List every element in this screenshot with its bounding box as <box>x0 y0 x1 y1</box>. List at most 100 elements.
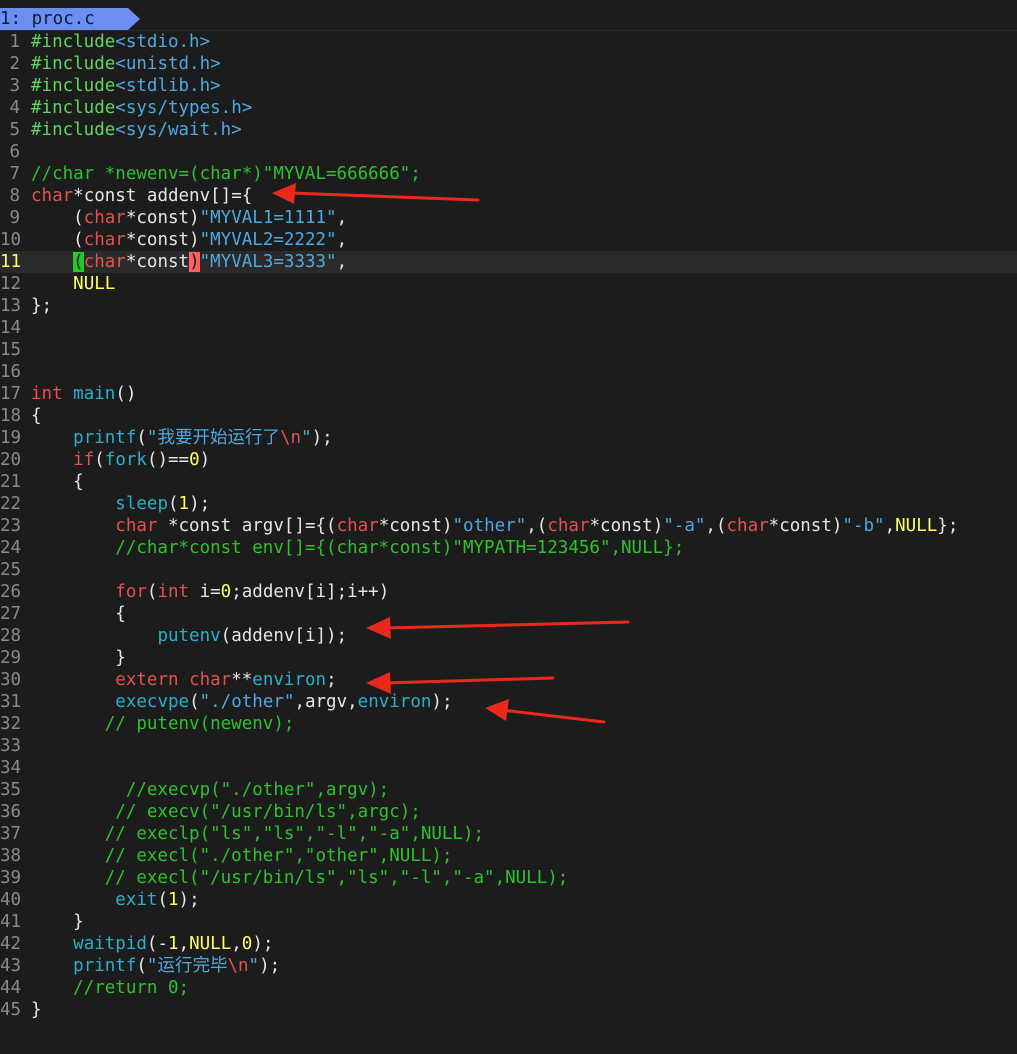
code-token: 1 <box>178 494 190 514</box>
code-line[interactable]: 11 (char*const)"MYVAL3=3333", <box>0 251 1017 273</box>
code-line[interactable]: 43 printf("运行完毕\n"); <box>0 955 1017 977</box>
code-text[interactable]: // putenv(newenv); <box>31 713 295 735</box>
code-line[interactable]: 12 NULL <box>0 273 1017 295</box>
code-text[interactable]: } <box>31 647 126 669</box>
code-line[interactable]: 21 { <box>0 471 1017 493</box>
code-line[interactable]: 45} <box>0 999 1017 1021</box>
code-line[interactable]: 20 if(fork()==0) <box>0 449 1017 471</box>
code-text[interactable]: (char*const)"MYVAL1=1111", <box>31 207 347 229</box>
code-text[interactable]: } <box>31 999 42 1021</box>
code-text[interactable]: (char*const)"MYVAL2=2222", <box>31 229 347 251</box>
code-line[interactable]: 28 putenv(addenv[i]); <box>0 625 1017 647</box>
code-line[interactable]: 25 <box>0 559 1017 581</box>
code-text[interactable]: char *const argv[]={(char*const)"other",… <box>31 515 958 537</box>
code-line[interactable]: 36 // execv("/usr/bin/ls",argc); <box>0 801 1017 823</box>
code-line[interactable]: 33 <box>0 735 1017 757</box>
line-number: 7 <box>9 164 20 184</box>
code-line[interactable]: 27 { <box>0 603 1017 625</box>
code-line[interactable]: 10 (char*const)"MYVAL2=2222", <box>0 229 1017 251</box>
code-text[interactable]: printf("我要开始运行了\n"); <box>31 427 333 449</box>
code-line[interactable]: 34 <box>0 757 1017 779</box>
code-line[interactable]: 41 } <box>0 911 1017 933</box>
code-line[interactable]: 16 <box>0 361 1017 383</box>
code-token: // execl("/usr/bin/ls","ls","-l","-a",NU… <box>31 868 569 888</box>
code-line[interactable]: 9 (char*const)"MYVAL1=1111", <box>0 207 1017 229</box>
code-text[interactable]: } <box>31 911 84 933</box>
code-line[interactable]: 5 #include<sys/wait.h> <box>0 119 1017 141</box>
line-number: 15 <box>0 340 22 360</box>
code-text[interactable]: { <box>31 603 126 625</box>
code-text[interactable]: if(fork()==0) <box>31 449 210 471</box>
code-editor[interactable]: 1 #include<stdio.h> 2 #include<unistd.h> 3 #i… <box>0 31 1017 1021</box>
code-line[interactable]: 18 { <box>0 405 1017 427</box>
code-text[interactable]: exit(1); <box>31 889 199 911</box>
line-number: 16 <box>0 362 22 382</box>
tab-proc-c[interactable]: 1: proc.c <box>0 8 140 31</box>
code-text[interactable]: //char *newenv=(char*)"MYVAL=666666"; <box>31 163 421 185</box>
code-text[interactable]: //execvp("./other",argv); <box>31 779 389 801</box>
code-text[interactable]: #include<sys/types.h> <box>31 97 252 119</box>
line-number: 33 <box>0 736 22 756</box>
code-text[interactable]: for(int i=0;addenv[i];i++) <box>31 581 389 603</box>
code-text[interactable]: extern char**environ; <box>31 669 336 691</box>
code-text[interactable]: putenv(addenv[i]); <box>31 625 347 647</box>
code-line[interactable]: 23 char *const argv[]={(char*const)"othe… <box>0 515 1017 537</box>
code-text[interactable]: // execv("/usr/bin/ls",argc); <box>31 801 421 823</box>
code-text[interactable]: // execl("/usr/bin/ls","ls","-l","-a",NU… <box>31 867 569 889</box>
code-line[interactable]: 30 extern char**environ; <box>0 669 1017 691</box>
code-line[interactable]: 1 #include<stdio.h> <box>0 31 1017 53</box>
code-text[interactable]: char*const addenv[]={ <box>31 185 252 207</box>
code-line[interactable]: 6 <box>0 141 1017 163</box>
code-line[interactable]: 26 for(int i=0;addenv[i];i++) <box>0 581 1017 603</box>
code-line[interactable]: 24 //char*const env[]={(char*const)"MYPA… <box>0 537 1017 559</box>
code-line[interactable]: 40 exit(1); <box>0 889 1017 911</box>
code-line[interactable]: 31 execvpe("./other",argv,environ); <box>0 691 1017 713</box>
code-line[interactable]: 3 #include<stdlib.h> <box>0 75 1017 97</box>
code-line[interactable]: 15 <box>0 339 1017 361</box>
line-number: 22 <box>0 494 22 514</box>
code-text[interactable]: #include<unistd.h> <box>31 53 221 75</box>
code-text[interactable]: // execlp("ls","ls","-l","-a",NULL); <box>31 823 484 845</box>
code-text[interactable]: // execl("./other","other",NULL); <box>31 845 453 867</box>
code-text[interactable]: int main() <box>31 383 136 405</box>
code-line[interactable]: 35 //execvp("./other",argv); <box>0 779 1017 801</box>
code-text[interactable]: (char*const)"MYVAL3=3333", <box>31 251 347 273</box>
code-text[interactable]: #include<stdio.h> <box>31 31 210 53</box>
code-text[interactable]: { <box>31 405 42 427</box>
code-line[interactable]: 19 printf("我要开始运行了\n"); <box>0 427 1017 449</box>
code-text[interactable]: waitpid(-1,NULL,0); <box>31 933 273 955</box>
code-token: "./other" <box>199 692 295 712</box>
code-text[interactable]: }; <box>31 295 52 317</box>
code-text[interactable]: #include<sys/wait.h> <box>31 119 242 141</box>
code-line[interactable]: 42 waitpid(-1,NULL,0); <box>0 933 1017 955</box>
code-text[interactable]: printf("运行完毕\n"); <box>31 955 280 977</box>
code-line[interactable]: 29 } <box>0 647 1017 669</box>
line-number: 11 <box>0 252 22 272</box>
code-line[interactable]: 4 #include<sys/types.h> <box>0 97 1017 119</box>
code-line[interactable]: 8 char*const addenv[]={ <box>0 185 1017 207</box>
code-text[interactable]: //char*const env[]={(char*const)"MYPATH=… <box>31 537 684 559</box>
code-line[interactable]: 14 <box>0 317 1017 339</box>
code-line[interactable]: 38 // execl("./other","other",NULL); <box>0 845 1017 867</box>
code-line[interactable]: 37 // execlp("ls","ls","-l","-a",NULL); <box>0 823 1017 845</box>
line-number: 39 <box>0 868 22 888</box>
code-line[interactable]: 7 //char *newenv=(char*)"MYVAL=666666"; <box>0 163 1017 185</box>
code-line[interactable]: 2 #include<unistd.h> <box>0 53 1017 75</box>
code-text[interactable]: sleep(1); <box>31 493 210 515</box>
code-line[interactable]: 39 // execl("/usr/bin/ls","ls","-l","-a"… <box>0 867 1017 889</box>
code-line[interactable]: 44 //return 0; <box>0 977 1017 999</box>
code-line[interactable]: 17 int main() <box>0 383 1017 405</box>
code-line[interactable]: 13}; <box>0 295 1017 317</box>
code-token: }; <box>31 296 53 316</box>
code-line[interactable]: 22 sleep(1); <box>0 493 1017 515</box>
code-token: ); <box>252 934 274 954</box>
code-text[interactable]: #include<stdlib.h> <box>31 75 221 97</box>
code-text[interactable]: NULL <box>31 273 115 295</box>
code-text[interactable]: { <box>31 471 84 493</box>
code-text[interactable]: //return 0; <box>31 977 189 999</box>
code-text[interactable]: execvpe("./other",argv,environ); <box>31 691 452 713</box>
code-line[interactable]: 32 // putenv(newenv); <box>0 713 1017 735</box>
